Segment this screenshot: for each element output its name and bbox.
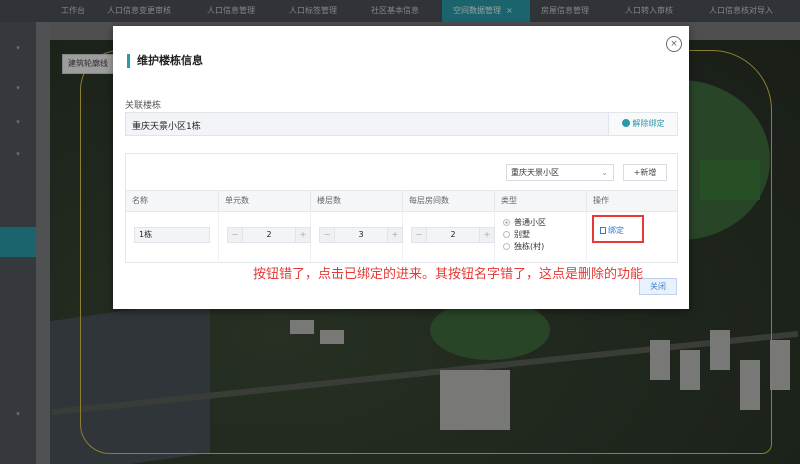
table-header: 名称 单元数 楼层数 每层房间数 类型 操作 (126, 190, 677, 212)
column-header-name: 名称 (126, 191, 219, 211)
plus-icon[interactable]: + (387, 228, 402, 242)
column-header-units: 单元数 (219, 191, 311, 211)
table-row: 1栋 − 2 + − 3 + − 2 + 普通小区 别墅 独栋(村) 绑定 (126, 211, 677, 261)
cell-name: 1栋 (126, 211, 219, 261)
add-button[interactable]: +新增 (623, 164, 667, 181)
chevron-down-icon: ⌄ (601, 168, 608, 177)
modal-title: 维护楼栋信息 (127, 54, 203, 68)
cell-rooms: − 2 + (403, 211, 495, 261)
column-header-floors: 楼层数 (311, 191, 403, 211)
type-radio-villa[interactable]: 别墅 (503, 229, 530, 240)
radio-icon (503, 243, 510, 250)
minus-icon[interactable]: − (228, 228, 243, 242)
related-building-label: 关联楼栋 (125, 101, 162, 111)
community-select[interactable]: 重庆天景小区 ⌄ (506, 164, 614, 181)
cell-units: − 2 + (219, 211, 311, 261)
related-building-value: 重庆天景小区1栋 (132, 122, 201, 132)
plus-icon[interactable]: + (479, 228, 494, 242)
bind-button[interactable]: 绑定 (600, 225, 624, 236)
unbind-button[interactable]: 解除绑定 (608, 113, 677, 135)
unbind-icon (621, 119, 630, 127)
floors-stepper[interactable]: − 3 + (319, 227, 403, 243)
close-icon[interactable]: × (666, 36, 682, 52)
annotation-text: 按钮错了，点击已绑定的进来。其按钮名字错了，这点是删除的功能 (253, 267, 644, 282)
building-table: 重庆天景小区 ⌄ +新增 名称 单元数 楼层数 每层房间数 类型 操作 1栋 − … (125, 153, 678, 263)
related-building-field: 重庆天景小区1栋 解除绑定 (125, 112, 678, 136)
building-name-input[interactable]: 1栋 (134, 227, 210, 243)
column-header-type: 类型 (495, 191, 587, 211)
radio-icon (503, 219, 510, 226)
column-header-rooms: 每层房间数 (403, 191, 495, 211)
cell-action: 绑定 (587, 211, 677, 261)
trash-icon (600, 227, 606, 234)
units-stepper[interactable]: − 2 + (227, 227, 311, 243)
cell-type: 普通小区 别墅 独栋(村) (495, 211, 587, 261)
type-radio-detached[interactable]: 独栋(村) (503, 241, 544, 252)
column-header-action: 操作 (593, 196, 609, 205)
radio-icon (503, 231, 510, 238)
plus-icon[interactable]: + (295, 228, 310, 242)
minus-icon[interactable]: − (320, 228, 335, 242)
rooms-stepper[interactable]: − 2 + (411, 227, 495, 243)
type-radio-normal[interactable]: 普通小区 (503, 217, 546, 228)
cell-floors: − 3 + (311, 211, 403, 261)
highlight-box: 绑定 (592, 215, 644, 243)
minus-icon[interactable]: − (412, 228, 427, 242)
close-button[interactable]: 关闭 (639, 278, 677, 295)
